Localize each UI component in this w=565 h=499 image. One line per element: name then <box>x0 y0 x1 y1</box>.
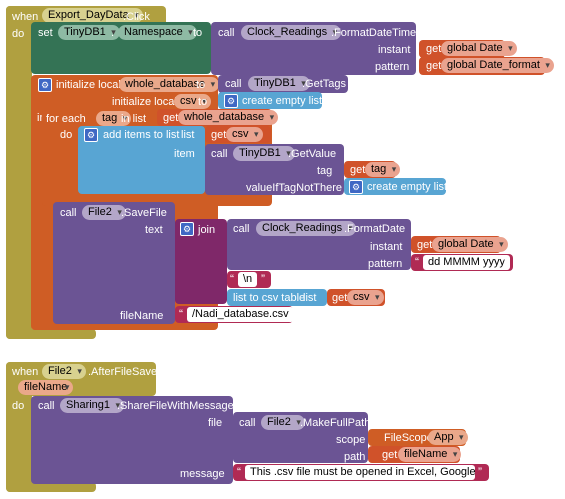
dot: . <box>111 27 115 39</box>
global-date-dropdown-2[interactable]: global Date <box>432 237 508 252</box>
scope-value-dropdown[interactable]: App <box>428 430 468 445</box>
clock-component-dropdown[interactable]: Clock_Readings <box>241 25 342 40</box>
get-keyword-8: get <box>382 449 398 461</box>
fullpath-method: .MakeFullPath <box>300 417 371 429</box>
when-keyword-2: when <box>12 366 39 378</box>
csv-get-dropdown-2[interactable]: csv <box>347 290 384 305</box>
close-quote-icon: ” <box>503 255 507 269</box>
getvalue-component-dropdown[interactable]: TinyDB1 <box>233 146 295 161</box>
filename-label: fileName <box>120 310 164 322</box>
call-keyword-5: call <box>233 223 250 235</box>
set-property-dropdown[interactable]: Namespace <box>118 25 197 40</box>
mutator-gear-icon[interactable]: ⚙ <box>38 78 52 92</box>
global-date-dropdown[interactable]: global Date <box>441 41 517 56</box>
value-if-not-there-label: valueIfTagNotThere <box>246 182 342 194</box>
do-keyword-2: do <box>60 129 73 141</box>
to-keyword-2: to <box>196 79 206 91</box>
sharing-component-dropdown[interactable]: Sharing1 <box>60 398 125 413</box>
path-label: path <box>344 451 366 463</box>
scope-label: scope <box>336 434 366 446</box>
list-label-2: list <box>303 292 317 304</box>
date-pattern-text[interactable]: dd MMMM yyyy <box>423 255 510 270</box>
tag-label: tag <box>317 165 333 177</box>
list-label: list <box>181 129 195 141</box>
to-keyword: to <box>193 27 203 39</box>
event2-name: .AfterFileSaved <box>88 366 164 378</box>
call-keyword-6: call <box>38 400 55 412</box>
tag-get-dropdown[interactable]: tag <box>365 162 401 177</box>
call-keyword: call <box>218 27 235 39</box>
open-quote-icon-4: “ <box>237 465 241 479</box>
call-keyword-4: call <box>60 207 77 219</box>
create-empty-list-label: create empty list <box>242 95 323 107</box>
join-keyword: join <box>198 224 216 236</box>
open-quote-icon-3: “ <box>179 307 183 321</box>
savefile-block[interactable] <box>53 202 175 324</box>
pattern-label: pattern <box>375 61 410 73</box>
open-quote-icon-2: “ <box>230 272 234 286</box>
close-quote-icon-2: ” <box>261 272 265 286</box>
event2-component-dropdown[interactable]: File2 <box>42 364 86 379</box>
add-items-label: add items to list <box>103 129 180 141</box>
filename-get-dropdown[interactable]: fileName <box>398 447 462 462</box>
get-keyword-2: get <box>426 60 442 72</box>
mutator-gear-icon-3[interactable]: ⚙ <box>84 128 98 142</box>
get-keyword-4: get <box>211 129 227 141</box>
get-keyword-7: get <box>332 292 348 304</box>
savefile-method: .SaveFile <box>121 207 167 219</box>
formatdate-component-dropdown[interactable]: Clock_Readings <box>256 221 357 236</box>
pattern-label-2: pattern <box>368 258 403 270</box>
instant-label: instant <box>378 44 411 56</box>
list-to-csv-label: list to csv table <box>233 292 306 304</box>
format-datetime-method: .FormatDateTime <box>331 27 417 39</box>
get-keyword-3: get <box>163 112 179 124</box>
get-keyword-6: get <box>417 239 433 251</box>
mutator-gear-icon-5[interactable]: ⚙ <box>180 222 194 236</box>
message-label: message <box>180 468 225 480</box>
global-date-format-dropdown[interactable]: global Date_format <box>441 58 554 73</box>
do-keyword-3: do <box>12 400 25 412</box>
close-quote-icon-3: ” <box>284 307 288 321</box>
event-body-frame <box>6 6 32 339</box>
filename-text[interactable]: /Nadi_database.csv <box>187 307 294 322</box>
fullpath-component-dropdown[interactable]: File2 <box>261 415 305 430</box>
savefile-component-dropdown[interactable]: File2 <box>82 205 126 220</box>
formatdate-method: .FormatDate <box>344 223 406 235</box>
do-keyword: do <box>12 28 25 40</box>
whole-database-get-dropdown[interactable]: whole_database <box>178 110 279 125</box>
mutator-gear-icon-4[interactable]: ⚙ <box>349 180 363 194</box>
file-label: file <box>208 417 223 429</box>
mutator-gear-icon-2[interactable]: ⚙ <box>224 94 238 108</box>
newline-text[interactable]: \n <box>238 272 258 287</box>
call-keyword-7: call <box>239 417 256 429</box>
call-keyword-2: call <box>225 78 242 90</box>
getvalue-method: .GetValue <box>288 148 337 160</box>
gettags-component-dropdown[interactable]: TinyDB1 <box>248 76 310 91</box>
get-keyword-5: get <box>350 164 366 176</box>
filename-param[interactable]: fileName <box>18 380 74 395</box>
initialize-local-label: initialize local <box>56 79 121 91</box>
call-keyword-3: call <box>211 148 228 160</box>
open-quote-icon: “ <box>415 255 419 269</box>
initialize-local-label-2: initialize local <box>112 96 177 108</box>
filescope-label: FileScope <box>384 432 433 444</box>
in-list-label: in list <box>121 113 147 125</box>
csv-get-dropdown[interactable]: csv <box>226 127 263 142</box>
close-quote-icon-4: ” <box>478 465 482 479</box>
for-each-label: for each <box>46 113 86 125</box>
gettags-method: .GetTags <box>302 78 347 90</box>
instant-label-2: instant <box>370 241 403 253</box>
create-empty-list-label-2: create empty list <box>367 181 448 193</box>
message-text[interactable]: This .csv file must be opened in Excel, … <box>245 465 475 480</box>
to-keyword-3: to <box>198 96 208 108</box>
text-label: text <box>145 224 163 236</box>
share-method: .ShareFileWithMessage <box>117 400 234 412</box>
event-bottom-frame <box>6 329 96 339</box>
set-keyword: set <box>38 27 53 39</box>
get-keyword: get <box>426 43 442 55</box>
item-label: item <box>174 148 195 160</box>
